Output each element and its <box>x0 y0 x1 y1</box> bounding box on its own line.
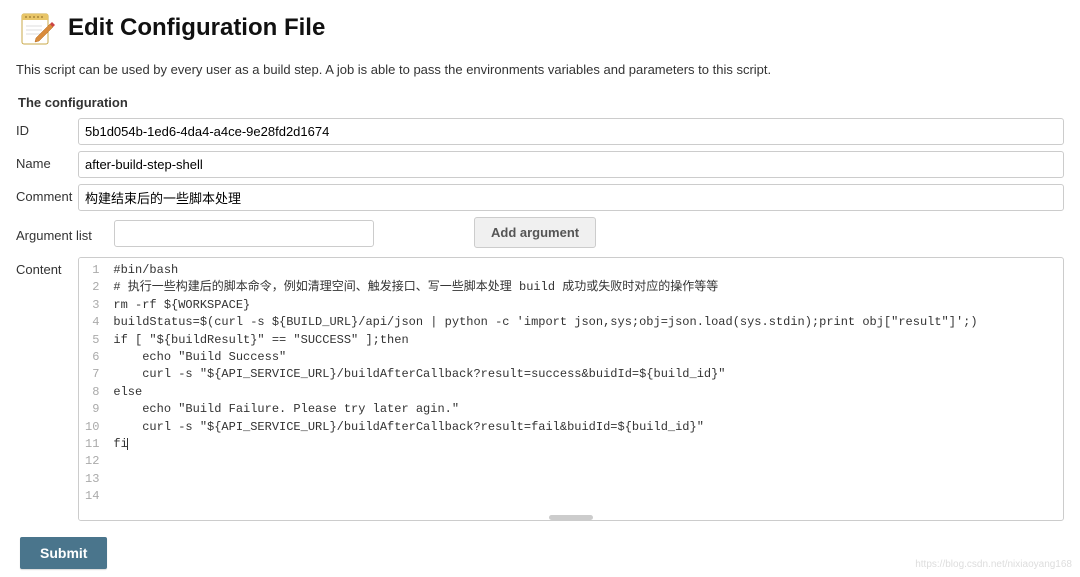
page-title: Edit Configuration File <box>68 14 325 42</box>
add-argument-button[interactable]: Add argument <box>474 217 596 248</box>
config-form: ID Name Comment Argument list Add argume… <box>16 118 1064 569</box>
content-label: Content <box>16 257 78 277</box>
code-content[interactable]: #bin/bash# 执行一些构建后的脚本命令，例如清理空间、触发接口、写一些脚… <box>107 258 1063 520</box>
watermark-text: https://blog.csdn.net/nixiaoyang168 <box>915 559 1072 570</box>
line-gutter: 1234567891011121314 <box>79 258 107 520</box>
name-input[interactable] <box>78 151 1064 178</box>
section-title: The configuration <box>18 95 1064 110</box>
comment-input[interactable] <box>78 184 1064 211</box>
comment-label: Comment <box>16 184 78 204</box>
content-editor[interactable]: 1234567891011121314 #bin/bash# 执行一些构建后的脚… <box>78 257 1064 521</box>
scroll-thumb[interactable] <box>549 515 593 520</box>
argument-label: Argument list <box>16 223 114 243</box>
argument-input[interactable] <box>114 220 374 247</box>
id-label: ID <box>16 118 78 138</box>
description-text: This script can be used by every user as… <box>16 62 1064 77</box>
id-input[interactable] <box>78 118 1064 145</box>
name-label: Name <box>16 151 78 171</box>
notepad-icon <box>16 8 56 48</box>
submit-button[interactable]: Submit <box>20 537 107 569</box>
